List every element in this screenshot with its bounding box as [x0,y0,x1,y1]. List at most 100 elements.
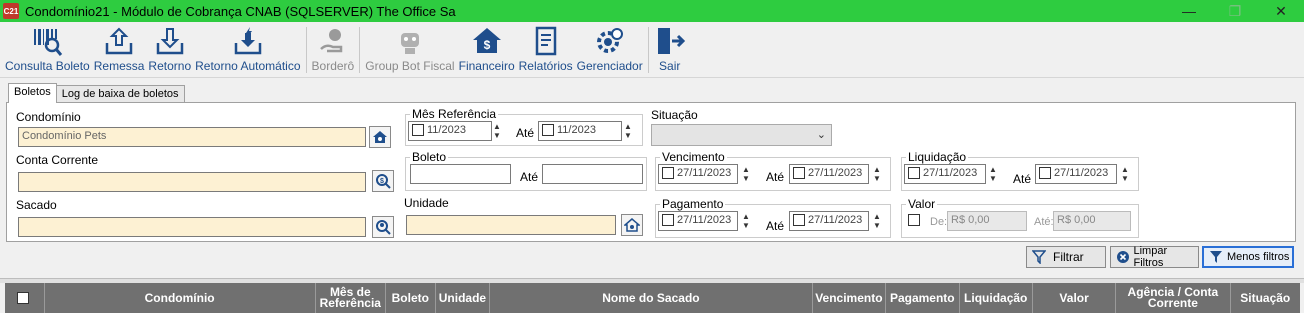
column-header-liquidacao[interactable]: Liquidação [960,283,1033,313]
retorno-automatico-label: Retorno Automático [195,59,301,73]
column-header-agencia-conta[interactable]: Agência / Conta Corrente [1116,283,1231,313]
pagamento-to-checkbox[interactable] [793,214,805,227]
pagamento-to-spinner[interactable]: ▲ ▼ [870,211,884,231]
boleto-label: Boleto [410,150,449,164]
pagamento-from-field[interactable]: 27/11/2023 [658,211,738,231]
remessa-button[interactable]: Remessa [92,21,147,77]
condominio-search-button[interactable] [369,126,391,148]
mes-ref-from-checkbox[interactable] [412,124,424,137]
vencimento-ate-label: Até [766,170,785,184]
limpar-filtros-button[interactable]: Limpar Filtros [1110,245,1199,269]
group-bot-fiscal-button[interactable]: Group Bot Fiscal [363,21,456,77]
dollar-search-icon: $ [376,174,391,189]
liquidacao-to-checkbox[interactable] [1039,167,1051,180]
conta-corrente-search-button[interactable]: $ [372,170,394,192]
filtrar-label: Filtrar [1053,250,1084,264]
vencimento-to-checkbox[interactable] [793,167,805,180]
vencimento-to-spinner[interactable]: ▲ ▼ [870,164,884,184]
mes-ref-to-value: 11/2023 [557,124,596,136]
column-header-situacao[interactable]: Situação [1231,283,1300,313]
sacado-field[interactable] [18,217,366,237]
retorno-button[interactable]: Retorno [146,21,193,77]
valor-ate-field[interactable]: R$ 0,00 [1053,211,1131,231]
clear-circle-icon [1116,251,1129,263]
liquidacao-from-checkbox[interactable] [908,167,920,180]
vencimento-from-field[interactable]: 27/11/2023 [658,164,738,184]
pagamento-from-spinner[interactable]: ▲ ▼ [739,211,753,231]
mes-ref-to-spinner[interactable]: ▲ ▼ [621,121,635,141]
valor-de-field[interactable]: R$ 0,00 [947,211,1027,231]
liquidacao-to-field[interactable]: 27/11/2023 [1035,164,1117,184]
conta-corrente-field[interactable] [18,172,366,192]
conta-corrente-label: Conta Corrente [16,153,99,167]
unidade-search-button[interactable] [621,214,643,236]
funnel-icon [1032,250,1046,264]
tab-boletos[interactable]: Boletos [8,83,57,103]
column-header-nome-sacado[interactable]: Nome do Sacado [490,283,813,313]
unidade-label: Unidade [404,196,449,210]
valor-checkbox[interactable] [908,214,920,226]
column-header-pagamento[interactable]: Pagamento [886,283,960,313]
mes-ref-to-checkbox[interactable] [542,124,554,137]
menos-filtros-button[interactable]: Menos filtros [1202,246,1294,268]
gerenciador-button[interactable]: Gerenciador [575,21,645,77]
hand-money-icon [319,29,343,53]
mes-ref-from-field[interactable]: 11/2023 [408,121,492,141]
column-header-condominio[interactable]: Condomínio [45,283,316,313]
financeiro-button[interactable]: $ Financeiro [457,21,517,77]
situacao-select[interactable]: ⌄ [651,124,832,146]
vencimento-to-value: 27/11/2023 [808,167,863,179]
group-bot-fiscal-label: Group Bot Fiscal [365,59,455,73]
consulta-boleto-button[interactable]: Consulta Boleto [3,21,92,77]
situacao-label: Situação [651,108,698,122]
boleto-from-field[interactable] [410,164,511,184]
maximize-button[interactable]: ❐ [1212,0,1258,22]
condominio-label: Condomínio [16,110,81,124]
column-header-unidade[interactable]: Unidade [436,283,491,313]
funnel-icon [1210,251,1222,263]
house-search-icon [624,218,640,232]
column-header-vencimento[interactable]: Vencimento [813,283,887,313]
mes-ref-from-spinner[interactable]: ▲ ▼ [490,121,504,141]
condominio-field[interactable]: Condomínio Pets [18,127,366,147]
column-header-mes-referencia[interactable]: Mês de Referência [316,283,387,313]
liquidacao-to-spinner[interactable]: ▲ ▼ [1118,164,1132,184]
mes-ref-to-field[interactable]: 11/2023 [538,121,622,141]
boleto-to-field[interactable] [542,164,643,184]
liquidacao-ate-label: Até [1013,172,1032,186]
liquidacao-label: Liquidação [906,150,969,164]
vencimento-to-field[interactable]: 27/11/2023 [789,164,869,184]
column-header-boleto[interactable]: Boleto [386,283,436,313]
filter-panel: Condomínio Condomínio Pets Conta Corrent… [6,102,1296,242]
sair-button[interactable]: Sair [652,21,688,77]
house-dollar-icon: $ [472,28,501,53]
close-button[interactable]: ✕ [1258,0,1304,22]
retorno-automatico-button[interactable]: Retorno Automático [193,21,302,77]
grid-header: Condomínio Mês de Referência Boleto Unid… [5,283,1300,313]
liquidacao-from-spinner[interactable]: ▲ ▼ [986,164,1000,184]
bordero-button[interactable]: Borderô [310,21,357,77]
auto-download-icon [234,27,262,55]
minimize-button[interactable]: — [1166,0,1212,22]
app-icon: C21 [3,3,19,19]
select-all-checkbox[interactable] [16,292,29,304]
toolbar-separator [305,27,307,73]
pagamento-to-field[interactable]: 27/11/2023 [789,211,869,231]
pagamento-from-checkbox[interactable] [662,214,674,227]
boleto-ate-label: Até [520,170,539,184]
valor-de-label: De: [930,216,948,228]
relatorios-button[interactable]: Relatórios [517,21,575,77]
column-header-valor[interactable]: Valor [1033,283,1117,313]
vencimento-from-checkbox[interactable] [662,167,674,180]
vencimento-from-spinner[interactable]: ▲ ▼ [739,164,753,184]
exit-door-icon [657,28,685,54]
liquidacao-from-field[interactable]: 27/11/2023 [904,164,986,184]
filtrar-button[interactable]: Filtrar [1026,246,1106,268]
pagamento-from-value: 27/11/2023 [677,214,732,226]
tab-log-baixa[interactable]: Log de baixa de boletos [55,85,185,103]
pagamento-to-value: 27/11/2023 [808,214,863,226]
sacado-search-button[interactable] [372,216,394,238]
title-bar: C21 Condomínio21 - Módulo de Cobrança CN… [0,0,1304,22]
valor-ate-label: Até: [1034,216,1054,228]
unidade-field[interactable] [406,215,616,235]
